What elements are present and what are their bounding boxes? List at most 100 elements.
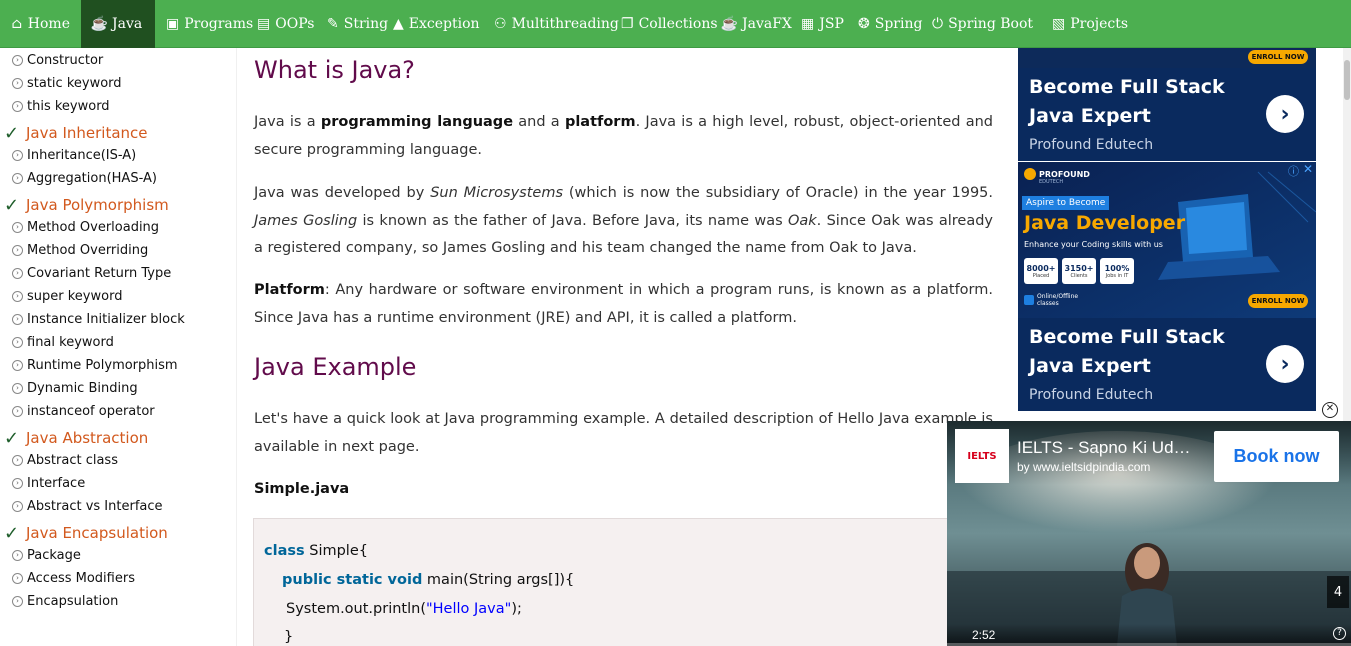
programs-icon: ▣	[166, 15, 180, 32]
arrow-circle-icon: ›	[12, 405, 23, 417]
sidebar-item-access-modifiers[interactable]: › Access Modifiers	[12, 568, 135, 588]
code-block: class Simple{ public static void main(St…	[253, 518, 1009, 646]
main-content: What is Java? Java is a programming lang…	[237, 48, 1009, 646]
sidebar-item-label: Instance Initializer block	[27, 311, 185, 327]
nav-exception[interactable]: ▲ Exception	[382, 0, 483, 48]
sidebar-item-aggregation-has-a-[interactable]: › Aggregation(HAS-A)	[12, 168, 157, 188]
nav-label: Exception	[408, 15, 480, 32]
nav-label: JSP	[819, 15, 844, 32]
nav-java[interactable]: ☕ Java	[81, 0, 155, 48]
sidebar-item-instance-initializer-block[interactable]: › Instance Initializer block	[12, 309, 185, 329]
text-ad-title: Become Full Stack Java Expert	[1029, 76, 1225, 127]
text-ad-2[interactable]: Become Full Stack Java Expert Profound E…	[1018, 318, 1316, 411]
banner-title: Java Developer	[1024, 212, 1186, 234]
java-cup-icon: ☕	[90, 15, 109, 32]
chevron-right-icon[interactable]: ›	[1266, 345, 1304, 383]
power-icon: ⏻	[932, 15, 944, 32]
paragraph-history: Java was developed by Sun Microsystems (…	[254, 185, 994, 256]
page-title: What is Java?	[254, 56, 415, 84]
sidebar-item-static-keyword[interactable]: › static keyword	[12, 73, 122, 93]
sidebar-item-package[interactable]: › Package	[12, 545, 81, 565]
sidebar-item-dynamic-binding[interactable]: › Dynamic Binding	[12, 378, 138, 398]
checkmark-icon: ✓	[4, 122, 20, 144]
sidebar-item-constructor[interactable]: › Constructor	[12, 50, 103, 70]
mode-info: Online/Offline classes	[1024, 293, 1078, 307]
enroll-now-button[interactable]: ENROLL NOW	[1248, 294, 1308, 308]
sidebar-item-interface[interactable]: › Interface	[12, 473, 85, 493]
sidebar-heading-label: Java Encapsulation	[26, 524, 168, 542]
nav-collections[interactable]: ❐ Collections	[610, 0, 718, 48]
aspire-pill: Aspire to Become	[1022, 196, 1110, 210]
arrow-circle-icon: ›	[12, 313, 23, 325]
nav-home[interactable]: ⌂ Home	[0, 0, 81, 48]
warning-icon: ▲	[393, 15, 404, 32]
sidebar-heading-java-encapsulation[interactable]: ✓ Java Encapsulation	[4, 522, 168, 544]
sidebar-item-label: Aggregation(HAS-A)	[27, 170, 157, 186]
sidebar-heading-java-inheritance[interactable]: ✓ Java Inheritance	[4, 122, 148, 144]
ad-banner-top-strip[interactable]: ENROLL NOW	[1018, 48, 1316, 68]
nav-javafx[interactable]: ☕ JavaFX	[711, 0, 792, 48]
video-time: 2:52	[972, 628, 996, 642]
sidebar-item-inheritance-is-a-[interactable]: › Inheritance(IS-A)	[12, 145, 136, 165]
nav-oops[interactable]: ▤ OOPs	[246, 0, 316, 48]
ad-scrollbar[interactable]	[1343, 48, 1351, 421]
text-ad-1[interactable]: Become Full Stack Java Expert Profound E…	[1018, 68, 1316, 161]
sidebar-item-this-keyword[interactable]: › this keyword	[12, 96, 110, 116]
sidebar-heading-java-abstraction[interactable]: ✓ Java Abstraction	[4, 427, 148, 449]
section-heading-java-example: Java Example	[254, 353, 417, 381]
close-video-ad-icon[interactable]: ✕	[1322, 402, 1338, 418]
arrow-circle-icon: ›	[12, 359, 23, 371]
sidebar-item-runtime-polymorphism[interactable]: › Runtime Polymorphism	[12, 355, 178, 375]
sidebar-item-label: final keyword	[27, 334, 114, 350]
sidebar-item-method-overloading[interactable]: › Method Overloading	[12, 217, 159, 237]
arrow-circle-icon: ›	[12, 336, 23, 348]
sidebar-heading-java-polymorphism[interactable]: ✓ Java Polymorphism	[4, 194, 169, 216]
jsp-icon: ▦	[801, 15, 815, 32]
nav-jsp[interactable]: ▦ JSP	[790, 0, 847, 48]
nav-projects[interactable]: ▧ Projects	[1041, 0, 1129, 48]
nav-spring-boot[interactable]: ⏻ Spring Boot	[921, 0, 1041, 48]
nav-spring[interactable]: ❂ Spring	[847, 0, 922, 48]
video-ad-player[interactable]: IELTS IELTS - Sapno Ki Ud… by www.ieltsi…	[947, 421, 1351, 646]
sidebar-item-abstract-vs-interface[interactable]: › Abstract vs Interface	[12, 496, 163, 516]
chevron-right-icon[interactable]: ›	[1266, 95, 1304, 133]
sidebar-item-label: Dynamic Binding	[27, 380, 138, 396]
nav-programs[interactable]: ▣ Programs	[155, 0, 253, 48]
java-developer-banner-ad[interactable]: PROFOUND EDUTECH ⓘ ✕ Aspire to Become Ja…	[1018, 162, 1316, 318]
sidebar-item-encapsulation[interactable]: › Encapsulation	[12, 591, 118, 611]
video-ad-title[interactable]: IELTS - Sapno Ki Ud…	[1017, 438, 1207, 458]
arrow-circle-icon: ›	[12, 54, 23, 66]
ielts-logo[interactable]: IELTS	[955, 429, 1009, 483]
arrow-circle-icon: ›	[12, 382, 23, 394]
help-icon[interactable]: ?	[1333, 627, 1346, 640]
nav-string[interactable]: ✎ String	[316, 0, 388, 48]
sidebar-item-label: Runtime Polymorphism	[27, 357, 178, 373]
book-now-button[interactable]: Book now	[1214, 431, 1339, 482]
ad-close-icon[interactable]: ✕	[1303, 162, 1315, 176]
enroll-now-button-top[interactable]: ENROLL NOW	[1248, 50, 1308, 64]
file-label: Simple.java	[254, 481, 350, 497]
code-line-3: System.out.println("Hello Java");	[286, 601, 522, 617]
sidebar-item-abstract-class[interactable]: › Abstract class	[12, 450, 118, 470]
ad-info-icon[interactable]: ⓘ	[1288, 163, 1302, 178]
nav-multithreading[interactable]: ⚇ Multithreading	[483, 0, 619, 48]
sidebar-item-label: Inheritance(IS-A)	[27, 147, 137, 163]
sidebar-item-super-keyword[interactable]: › super keyword	[12, 286, 122, 306]
banner-stat: 100% Jobs in IT	[1100, 258, 1134, 284]
banner-stat: 8000+ Placed	[1024, 258, 1058, 284]
sidebar-item-covariant-return-type[interactable]: › Covariant Return Type	[12, 263, 171, 283]
skip-countdown[interactable]: 4	[1327, 576, 1349, 608]
ad-scrollbar-thumb[interactable]	[1344, 60, 1350, 100]
sidebar-heading-label: Java Inheritance	[26, 124, 148, 142]
sidebar-item-instanceof-operator[interactable]: › instanceof operator	[12, 401, 155, 421]
sidebar-item-label: Package	[27, 547, 81, 563]
sidebar-item-method-overriding[interactable]: › Method Overriding	[12, 240, 148, 260]
ad-column: ENROLL NOW Become Full Stack Java Expert…	[1018, 48, 1316, 411]
sidebar-item-final-keyword[interactable]: › final keyword	[12, 332, 114, 352]
arrow-circle-icon: ›	[12, 77, 23, 89]
nav-label: Projects	[1070, 15, 1129, 32]
text-ad-advertiser: Profound Edutech	[1029, 137, 1154, 153]
arrow-circle-icon: ›	[12, 595, 23, 607]
nav-label: Spring Boot	[948, 15, 1034, 32]
projects-icon: ▧	[1052, 15, 1066, 32]
